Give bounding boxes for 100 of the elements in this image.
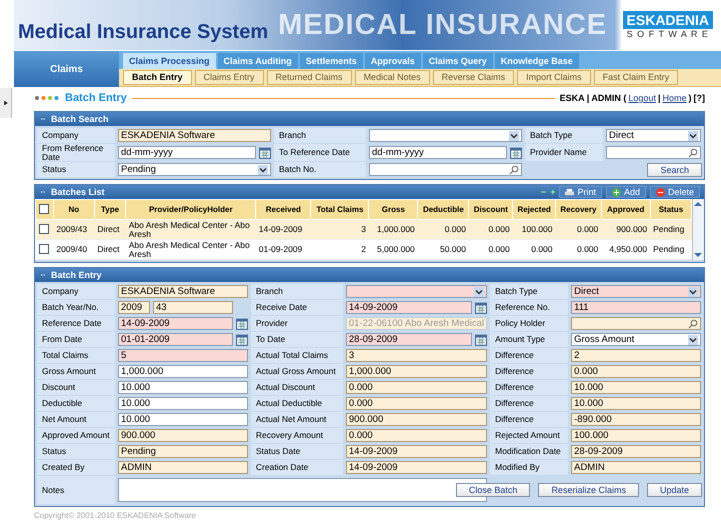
input-field[interactable]: ADMIN — [571, 461, 701, 474]
input-field[interactable]: Direct — [606, 129, 701, 142]
input-field[interactable]: 10.000 — [118, 381, 248, 394]
input-field[interactable]: 100.000 — [571, 429, 701, 442]
input-field[interactable]: 01-01-2009 — [118, 333, 233, 346]
input-field[interactable]: 10.000 — [571, 381, 701, 394]
logout-link[interactable]: Logout — [628, 93, 656, 103]
input-field[interactable]: 900.000 — [118, 429, 248, 442]
submenu-tab[interactable]: Import Claims — [517, 70, 591, 85]
input-field[interactable]: 43 — [153, 301, 233, 314]
sidebar-handle[interactable] — [0, 88, 12, 118]
input-field[interactable] — [369, 129, 522, 142]
field-label: Actual Deductible — [250, 396, 343, 411]
input-field[interactable]: dd-mm-yyyy — [369, 146, 507, 159]
checkbox[interactable] — [39, 204, 50, 214]
calendar-icon — [259, 146, 271, 158]
dropdown-arrow-icon — [688, 286, 698, 296]
input-field[interactable]: 111 — [571, 301, 701, 314]
input-field[interactable]: 0.000 — [346, 397, 488, 410]
input-field[interactable]: 14-09-2009 — [346, 301, 472, 314]
input-field[interactable]: 3 — [346, 349, 488, 362]
input-field[interactable]: Gross Amount — [571, 333, 701, 346]
action-button[interactable]: Reserialize Claims — [538, 483, 639, 497]
input-field[interactable]: 2009 — [118, 301, 150, 314]
checkbox[interactable] — [38, 244, 48, 254]
input-field[interactable] — [369, 163, 522, 176]
table-row[interactable]: 2009/43 Direct Abo Aresh Medical Center - Abo Aresh 14-09-2009 3 1,000.000 0.000 0.000 100.000 0.000 900.000 Pending — [36, 220, 692, 240]
calendar-icon — [475, 302, 488, 314]
field-label: Approved Amount — [37, 428, 115, 443]
input-field[interactable]: 14-09-2009 — [346, 445, 488, 458]
field-label: Difference — [490, 412, 568, 427]
input-field[interactable]: Direct — [571, 285, 701, 298]
input-field[interactable]: 0.000 — [346, 381, 488, 394]
table-row[interactable]: 2009/40 Direct Abo Aresh Medical Center - Abo Aresh 01-09-2009 2 5,000.000 50.000 0.000 0.000 0.000 4,950.000 Pending — [36, 240, 692, 260]
submenu-tab[interactable]: Claims Entry — [194, 70, 264, 85]
input-field[interactable] — [606, 146, 701, 159]
home-link[interactable]: Home — [662, 93, 686, 103]
add-button[interactable]: Add — [606, 186, 646, 198]
menu-tab[interactable]: Claims Processing — [123, 53, 216, 68]
submenu-tab[interactable]: Reverse Claims — [432, 70, 514, 85]
search-button[interactable]: Search — [647, 162, 702, 176]
field-label: Receive Date — [250, 300, 343, 315]
help-link[interactable]: [?] — [694, 93, 705, 103]
column-header: Approved — [601, 200, 650, 220]
field-label: Net Amount — [37, 412, 115, 427]
table-cell: 01-09-2009 — [256, 240, 311, 260]
field-label: Reference Date — [37, 316, 115, 331]
column-header: Status — [650, 200, 692, 220]
field-label: Batch Type — [490, 284, 568, 299]
input-field[interactable]: Pending — [118, 163, 271, 176]
input-field[interactable]: 1,000.000 — [346, 365, 488, 378]
submenu-tab[interactable]: Medical Notes — [354, 70, 430, 85]
input-field[interactable]: 5 — [118, 349, 248, 362]
submenu-tab[interactable]: Returned Claims — [266, 70, 352, 85]
column-header: Total Claims — [310, 200, 369, 220]
dots-icon — [39, 273, 47, 277]
submenu-tab[interactable]: Batch Entry — [123, 70, 192, 85]
input-field[interactable]: -890.000 — [571, 413, 701, 426]
input-field[interactable]: 10.000 — [118, 413, 248, 426]
field-label: Actual Gross Amount — [250, 364, 343, 379]
field-label: Amount Type — [490, 332, 568, 347]
field-label: Branch — [250, 284, 343, 299]
column-header: Provider/PolicyHolder — [126, 200, 256, 220]
field-label: Modified By — [490, 460, 568, 475]
input-field[interactable]: 28-09-2009 — [346, 333, 472, 346]
input-field[interactable]: 2 — [571, 349, 701, 362]
module-tab[interactable]: Claims — [14, 51, 119, 87]
field-label: Status — [37, 444, 115, 459]
user-info: ESKA | ADMIN ( — [560, 93, 626, 103]
minus-icon — [656, 188, 665, 196]
input-field[interactable]: 0.000 — [346, 429, 488, 442]
scrollbar[interactable] — [692, 199, 704, 260]
field-label: Provider — [250, 316, 343, 331]
input-field[interactable] — [346, 285, 488, 298]
checkbox[interactable] — [38, 224, 48, 234]
submenu-tab[interactable]: Fast Claim Entry — [594, 70, 678, 85]
field-label: Notes — [37, 476, 115, 504]
print-button[interactable]: Print — [559, 186, 602, 198]
input-field[interactable]: 1,000.000 — [118, 365, 248, 378]
expand-icon[interactable]: + — [550, 187, 556, 197]
field-label: Batch No. — [274, 162, 366, 177]
input-field[interactable]: 28-09-2009 — [571, 445, 701, 458]
input-field[interactable]: 14-09-2009 — [346, 461, 488, 474]
input-field[interactable]: ESKADENIA Software — [118, 129, 271, 142]
field-label: Batch Type — [525, 128, 603, 143]
input-field[interactable] — [571, 317, 701, 330]
input-field[interactable]: ADMIN — [118, 461, 248, 474]
input-field[interactable]: dd-mm-yyyy — [118, 146, 256, 159]
input-field[interactable]: Pending — [118, 445, 248, 458]
input-field[interactable]: 900.000 — [346, 413, 488, 426]
dropdown-arrow-icon — [688, 130, 698, 140]
input-field[interactable]: 14-09-2009 — [118, 317, 233, 330]
input-field[interactable]: ESKADENIA Software — [118, 285, 248, 298]
collapse-icon[interactable]: − — [540, 187, 546, 197]
input-field[interactable]: 10.000 — [118, 397, 248, 410]
input-field[interactable]: 10.000 — [571, 397, 701, 410]
input-field[interactable]: 0.000 — [571, 365, 701, 378]
action-button[interactable]: Update — [646, 483, 702, 497]
delete-button[interactable]: Delete — [650, 186, 700, 198]
table-cell: Abo Aresh Medical Center - Abo Aresh — [126, 240, 256, 260]
